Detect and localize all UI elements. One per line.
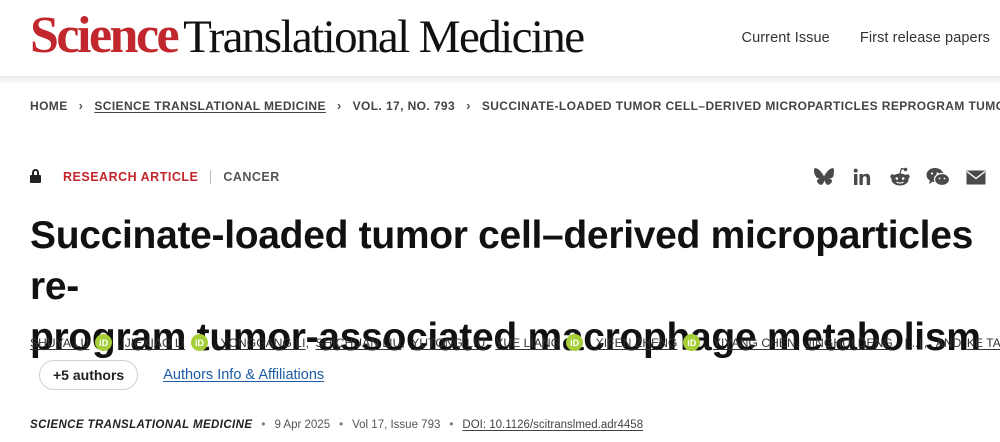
article-title-line-1: Succinate-loaded tumor cell–derived micr… [30, 214, 973, 308]
journal-logo[interactable]: Science Translational Medicine [30, 7, 585, 64]
orcid-icon[interactable]: iD [95, 334, 113, 351]
author-link[interactable]: JIEXIAO LI [125, 336, 185, 350]
author-list: SHUYA LU iD, JIEXIAO LI iD, YONGGANG LI,… [30, 334, 1000, 351]
breadcrumb-article: SUCCINATE-LOADED TUMOR CELL–DERIVED MICR… [481, 98, 1000, 113]
author-link[interactable]: JINGHUI DENG [806, 336, 893, 350]
breadcrumb: HOME › SCIENCE TRANSLATIONAL MEDICINE › … [30, 98, 1000, 113]
authors-and: AND [935, 335, 962, 350]
author-link[interactable]: YIYANG CHEN [713, 336, 796, 350]
chevron-right-icon: › [466, 98, 471, 113]
authors-affiliations-link[interactable]: Authors Info & Affiliations [163, 367, 324, 383]
top-nav: Current Issue First release papers [742, 30, 990, 46]
chevron-right-icon: › [336, 98, 342, 113]
authors-actions: +5 authors Authors Info & Affiliations [39, 360, 324, 390]
reddit-icon[interactable] [888, 165, 912, 189]
article-type: RESEARCH ARTICLE [63, 169, 199, 184]
authors-ellipsis[interactable]: [...] [905, 336, 922, 350]
citation-journal: SCIENCE TRANSLATIONAL MEDICINE [30, 419, 253, 431]
author-link[interactable]: SHICHUAN LIU [316, 336, 402, 350]
author-link[interactable]: YUTONG LIU [411, 336, 485, 350]
logo-journal-name: Translational Medicine [183, 11, 585, 63]
linkedin-icon[interactable] [850, 165, 874, 189]
share-bar [812, 165, 988, 189]
citation-volume: Vol 17, Issue 793 [352, 419, 441, 431]
wechat-icon[interactable] [926, 165, 950, 189]
breadcrumb-journal[interactable]: SCIENCE TRANSLATIONAL MEDICINE [94, 99, 326, 113]
orcid-icon[interactable]: iD [191, 334, 209, 351]
author-link[interactable]: XIFEN ZHENG [596, 336, 678, 350]
site-header: Science Translational Medicine Current Is… [0, 0, 1000, 76]
chevron-right-icon: › [78, 98, 84, 113]
author-link[interactable]: YUE LIANG [495, 336, 560, 350]
article-topic[interactable]: CANCER [223, 170, 279, 184]
author-link[interactable]: YONGGANG LI [221, 336, 306, 350]
breadcrumb-home[interactable]: HOME [30, 99, 68, 113]
email-icon[interactable] [964, 165, 988, 189]
logo-brand: Science [30, 7, 180, 64]
orcid-icon[interactable]: iD [683, 334, 701, 351]
author-link[interactable]: KE TANG [967, 336, 1000, 350]
citation-date: 9 Apr 2025 [274, 419, 331, 431]
citation-line: SCIENCE TRANSLATIONAL MEDICINE • 9 Apr 2… [30, 419, 644, 431]
lock-icon [30, 169, 41, 184]
breadcrumb-issue[interactable]: VOL. 17, NO. 793 [353, 99, 455, 113]
header-divider [0, 76, 1000, 84]
meta-divider [210, 169, 212, 184]
bluesky-icon[interactable] [812, 165, 836, 189]
author-link[interactable]: SHUYA LU [30, 336, 89, 350]
doi-link[interactable]: DOI: 10.1126/scitranslmed.adr4458 [462, 419, 643, 431]
nav-current-issue[interactable]: Current Issue [742, 30, 830, 46]
nav-first-release[interactable]: First release papers [860, 30, 990, 46]
orcid-icon[interactable]: iD [566, 334, 584, 351]
article-meta: RESEARCH ARTICLE CANCER [30, 169, 280, 184]
more-authors-button[interactable]: +5 authors [39, 360, 139, 390]
